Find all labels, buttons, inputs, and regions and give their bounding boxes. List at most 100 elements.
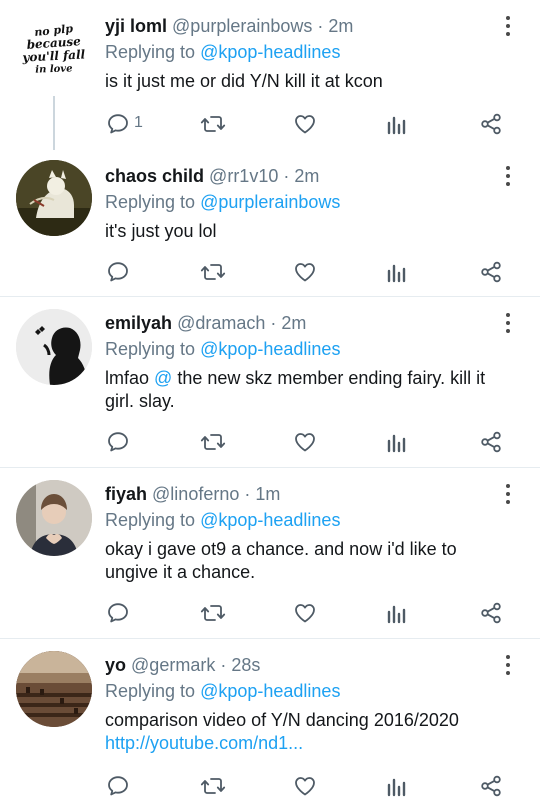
share-icon: [481, 113, 501, 135]
retweet-icon: [200, 264, 226, 280]
more-vertical-icon[interactable]: [498, 14, 518, 38]
tweet-header: chaos child @rr1v10 · 2m: [105, 164, 319, 188]
display-name[interactable]: chaos child: [105, 166, 204, 186]
tweet-text: comparison video of Y/N dancing 2016/202…: [105, 709, 505, 755]
avatar-text-line: you'll fall: [21, 47, 86, 64]
share-button[interactable]: [479, 599, 503, 629]
tweet-text-part: lmfao: [105, 368, 155, 388]
tweet-header: fiyah @linoferno · 1m: [105, 482, 280, 506]
tweet[interactable]: no plp because you'll fall in love yji l…: [0, 0, 540, 150]
user-handle[interactable]: @germark: [131, 655, 215, 675]
tweet-text: lmfao @ the new skz member ending fairy.…: [105, 367, 505, 413]
replying-to-handle[interactable]: @kpop-headlines: [200, 510, 340, 530]
share-icon: [481, 431, 501, 453]
display-name[interactable]: fiyah: [105, 484, 147, 504]
share-button[interactable]: [479, 110, 503, 140]
share-button[interactable]: [479, 258, 503, 288]
heart-icon: [295, 433, 315, 452]
like-button[interactable]: [293, 428, 317, 458]
avatar[interactable]: [16, 651, 92, 727]
stats-icon: [387, 778, 406, 797]
stats-button[interactable]: [387, 599, 409, 629]
action-bar: [0, 258, 540, 288]
reply-button[interactable]: [106, 599, 130, 629]
timestamp: · 2m: [283, 166, 320, 186]
replying-to: Replying to @kpop-headlines: [105, 679, 340, 703]
tweet-text-part: comparison video of Y/N dancing 2016/202…: [105, 710, 459, 730]
replying-to: Replying to @kpop-headlines: [105, 40, 340, 64]
retweet-button[interactable]: [200, 258, 226, 288]
replying-to-handle[interactable]: @purplerainbows: [200, 192, 340, 212]
avatar[interactable]: [16, 160, 92, 236]
stats-icon: [387, 116, 406, 135]
replying-to-handle[interactable]: @kpop-headlines: [200, 681, 340, 701]
reply-button[interactable]: [106, 428, 130, 458]
like-button[interactable]: [293, 258, 317, 288]
heart-icon: [295, 604, 315, 623]
replying-to: Replying to @purplerainbows: [105, 190, 340, 214]
user-handle[interactable]: @rr1v10: [209, 166, 278, 186]
tweet-header: yji loml @purplerainbows · 2m: [105, 14, 353, 38]
more-vertical-icon[interactable]: [498, 482, 518, 506]
avatar-image: no plp because you'll fall in love: [21, 22, 86, 76]
stats-button[interactable]: [387, 772, 409, 802]
avatar-image: [16, 480, 92, 556]
retweet-icon: [200, 434, 226, 450]
more-vertical-icon[interactable]: [498, 164, 518, 188]
stats-icon: [387, 264, 406, 283]
heart-icon: [295, 777, 315, 796]
share-button[interactable]: [479, 428, 503, 458]
timestamp: · 1m: [244, 484, 281, 504]
share-icon: [481, 775, 501, 797]
tweet[interactable]: emilyah @dramach · 2m Replying to @kpop-…: [0, 297, 540, 467]
avatar[interactable]: no plp because you'll fall in love: [16, 14, 92, 90]
stats-button[interactable]: [387, 428, 409, 458]
retweet-button[interactable]: [200, 110, 226, 140]
display-name[interactable]: yji loml: [105, 16, 167, 36]
tweet-text: is it just me or did Y/N kill it at kcon: [105, 71, 383, 91]
reply-button[interactable]: [106, 258, 130, 288]
tweet-text: it's just you lol: [105, 221, 217, 241]
mention-link[interactable]: @: [154, 368, 172, 388]
like-button[interactable]: [293, 599, 317, 629]
retweet-icon: [200, 116, 226, 132]
share-button[interactable]: [479, 772, 503, 802]
stats-button[interactable]: [387, 110, 409, 140]
avatar-image: [16, 651, 92, 727]
replying-to-handle[interactable]: @kpop-headlines: [200, 42, 340, 62]
retweet-icon: [200, 778, 226, 794]
retweet-button[interactable]: [200, 599, 226, 629]
reply-button[interactable]: 1: [106, 110, 166, 140]
reply-icon: [108, 114, 128, 134]
reply-button[interactable]: [106, 772, 130, 802]
like-button[interactable]: [293, 110, 317, 140]
tweet-link[interactable]: http://youtube.com/nd1...: [105, 732, 505, 755]
tweet-text: okay i gave ot9 a chance. and now i'd li…: [105, 539, 457, 582]
display-name[interactable]: emilyah: [105, 313, 172, 333]
more-vertical-icon[interactable]: [498, 653, 518, 677]
user-handle[interactable]: @dramach: [177, 313, 265, 333]
tweet[interactable]: fiyah @linoferno · 1m Replying to @kpop-…: [0, 468, 540, 638]
avatar-image: [16, 309, 92, 385]
replying-to-handle[interactable]: @kpop-headlines: [200, 339, 340, 359]
retweet-button[interactable]: [200, 428, 226, 458]
avatar[interactable]: [16, 480, 92, 556]
tweet[interactable]: chaos child @rr1v10 · 2m Replying to @pu…: [0, 150, 540, 296]
avatar-image: [16, 160, 92, 236]
retweet-button[interactable]: [200, 772, 226, 802]
stats-button[interactable]: [387, 258, 409, 288]
replying-to-label: Replying to: [105, 510, 196, 530]
avatar[interactable]: [16, 309, 92, 385]
replying-to-label: Replying to: [105, 192, 196, 212]
replying-to-label: Replying to: [105, 681, 196, 701]
reply-icon: [108, 776, 128, 796]
timestamp: · 2m: [270, 313, 307, 333]
user-handle[interactable]: @purplerainbows: [172, 16, 312, 36]
display-name[interactable]: yo: [105, 655, 126, 675]
more-vertical-icon[interactable]: [498, 311, 518, 335]
user-handle[interactable]: @linoferno: [152, 484, 239, 504]
action-bar: [0, 599, 540, 629]
reply-icon: [108, 603, 128, 623]
tweet[interactable]: yo @germark · 28s Replying to @kpop-head…: [0, 639, 540, 808]
like-button[interactable]: [293, 772, 317, 802]
